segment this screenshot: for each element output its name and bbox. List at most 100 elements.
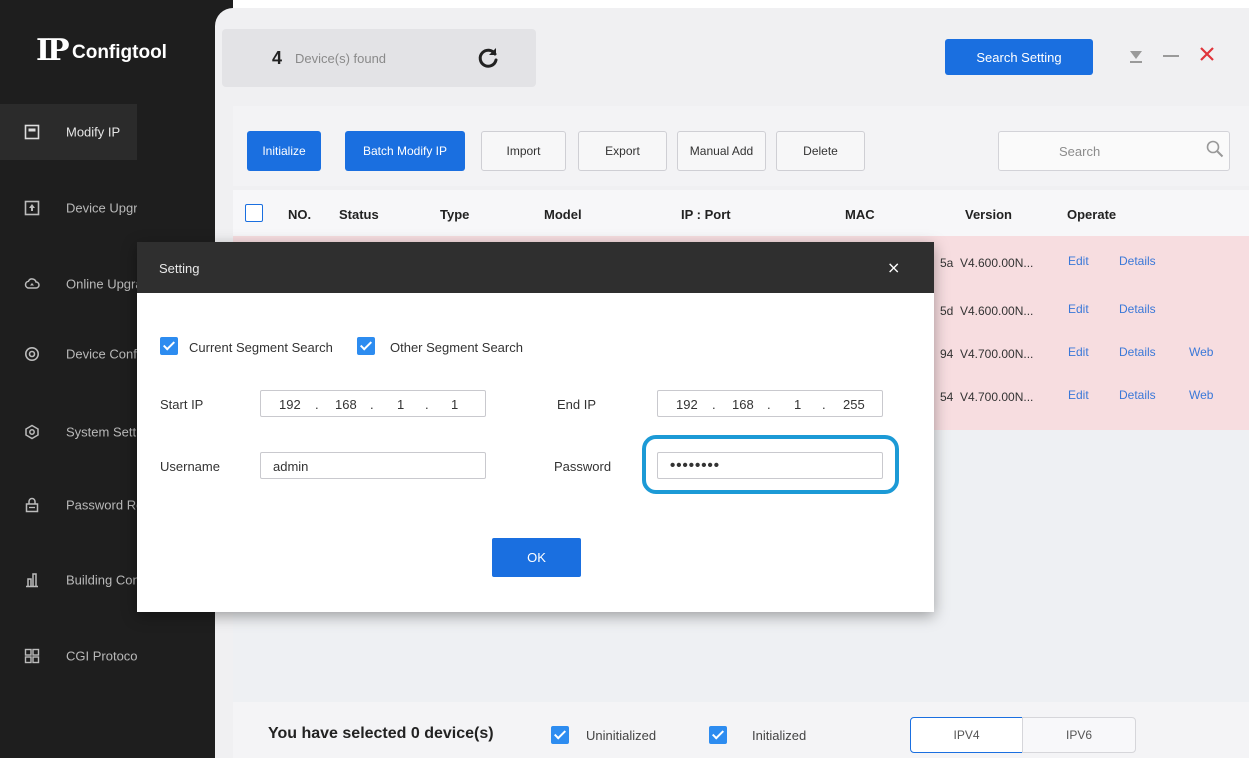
search-placeholder: Search [1059,144,1101,159]
minimize-icon[interactable] [1163,54,1179,58]
edit-link[interactable]: Edit [1068,345,1089,359]
edit-link[interactable]: Edit [1068,254,1089,268]
ip-dot: . [767,397,771,412]
device-config-icon [25,347,39,361]
end-ip-field[interactable]: 192 . 168 . 1 . 255 [657,390,883,417]
ip-dot: . [315,397,319,412]
ip-dot: . [712,397,716,412]
mac-cell: 5a [940,256,954,270]
cloud-upgrade-icon [24,278,40,289]
uninitialized-checkbox[interactable] [551,726,569,744]
device-count-label: Device(s) found [295,51,387,66]
ok-button[interactable]: OK [492,538,581,577]
web-link[interactable]: Web [1189,388,1213,402]
system-settings-icon [25,424,39,440]
dialog-close-button[interactable]: × [887,258,900,277]
ipv6-tab[interactable]: IPV6 [1022,717,1136,753]
sidebar-item-label: Device Config [66,346,137,362]
sidebar-item-building-config[interactable]: Building Config [0,552,137,608]
lock-icon [25,497,39,513]
sidebar-item-modify-ip[interactable]: Modify IP [0,104,137,160]
initialized-label: Initialized [752,728,807,743]
initialize-button[interactable]: Initialize [247,131,321,171]
export-button[interactable]: Export [578,131,667,171]
start-ip-octet-1[interactable]: 192 [279,397,301,412]
ip-dot: . [822,397,826,412]
details-link[interactable]: Details [1119,388,1156,402]
details-link[interactable]: Details [1119,345,1156,359]
search-icon[interactable] [1206,140,1224,158]
details-link[interactable]: Details [1119,302,1156,316]
other-segment-checkbox[interactable] [357,337,375,355]
sidebar-item-device-upgrade[interactable]: Device Upgrade [0,180,137,236]
username-label: Username [160,459,220,474]
search-setting-button[interactable]: Search Setting [945,39,1093,75]
web-link[interactable]: Web [1189,345,1213,359]
username-field[interactable]: admin [260,452,486,479]
end-ip-octet-2[interactable]: 168 [732,397,754,412]
sidebar-item-label: Password Reset [66,497,137,513]
column-header-status: Status [339,207,379,222]
highlight-annotation [642,435,899,494]
edit-link[interactable]: Edit [1068,388,1089,402]
manual-add-button[interactable]: Manual Add [677,131,766,171]
password-label: Password [554,459,612,474]
end-ip-octet-3[interactable]: 1 [794,397,801,412]
sidebar-item-device-config[interactable]: Device Config [0,326,137,382]
start-ip-octet-3[interactable]: 1 [397,397,404,412]
column-header-type: Type [440,207,470,222]
end-ip-octet-4[interactable]: 255 [843,397,865,412]
column-header-operate: Operate [1067,207,1117,222]
column-header-model: Model [544,207,582,222]
ip-dot: . [370,397,374,412]
version-cell: V4.700.00N... [960,347,1034,361]
current-segment-checkbox[interactable] [160,337,178,355]
dialog-title: Setting [159,261,200,276]
delete-button[interactable]: Delete [776,131,865,171]
device-count: 4 [272,48,283,68]
end-ip-octet-1[interactable]: 192 [676,397,698,412]
details-link[interactable]: Details [1119,254,1156,268]
close-icon[interactable] [1200,47,1214,61]
building-icon [26,573,38,588]
sidebar-item-password-reset[interactable]: Password Reset [0,477,137,533]
upgrade-icon [24,200,40,216]
start-ip-field[interactable]: 192 . 168 . 1 . 1 [260,390,486,417]
start-ip-label: Start IP [160,397,204,412]
initialized-checkbox[interactable] [709,726,727,744]
column-header-ip-port: IP : Port [681,207,731,222]
sidebar-items: Modify IP Device Upgrade Online Upgrade … [0,0,137,758]
sidebar-item-cgi-protocol[interactable]: CGI Protocol [0,628,137,684]
start-ip-octet-2[interactable]: 168 [335,397,357,412]
modify-ip-icon [24,124,40,140]
mac-cell: 54 [940,390,954,404]
sidebar-item-label: Building Config [66,572,137,588]
version-cell: V4.600.00N... [960,304,1034,318]
sidebar-item-label: Online Upgrade [66,276,137,292]
column-header-version: Version [965,207,1012,222]
batch-modify-ip-button[interactable]: Batch Modify IP [345,131,465,171]
select-all-checkbox[interactable] [245,204,263,222]
sidebar-item-system-settings[interactable]: System Settings [0,404,137,460]
edit-link[interactable]: Edit [1068,302,1089,316]
grid-icon [24,648,40,664]
sidebar-item-label: CGI Protocol [66,648,137,664]
sidebar-item-online-upgrade[interactable]: Online Upgrade [0,256,137,312]
uninitialized-label: Uninitialized [586,728,657,743]
current-segment-label: Current Segment Search [189,340,333,355]
mac-cell: 94 [940,347,954,361]
import-button[interactable]: Import [481,131,566,171]
version-cell: V4.600.00N... [960,256,1034,270]
filter-icon[interactable] [1129,48,1143,64]
column-header-no: NO. [288,207,312,222]
search-input[interactable]: Search [998,131,1230,171]
start-ip-octet-4[interactable]: 1 [451,397,458,412]
ipv4-tab[interactable]: IPV4 [910,717,1023,753]
selected-count: You have selected 0 device(s) [268,725,494,742]
sidebar-item-label: Device Upgrade [66,200,137,216]
refresh-icon[interactable] [476,46,500,70]
version-cell: V4.700.00N... [960,390,1034,404]
sidebar-item-label: Modify IP [66,124,121,140]
app-window: IP Configtool Modify IP Device Upgrade O… [0,0,1249,758]
dialog-header: Setting × [137,242,934,293]
